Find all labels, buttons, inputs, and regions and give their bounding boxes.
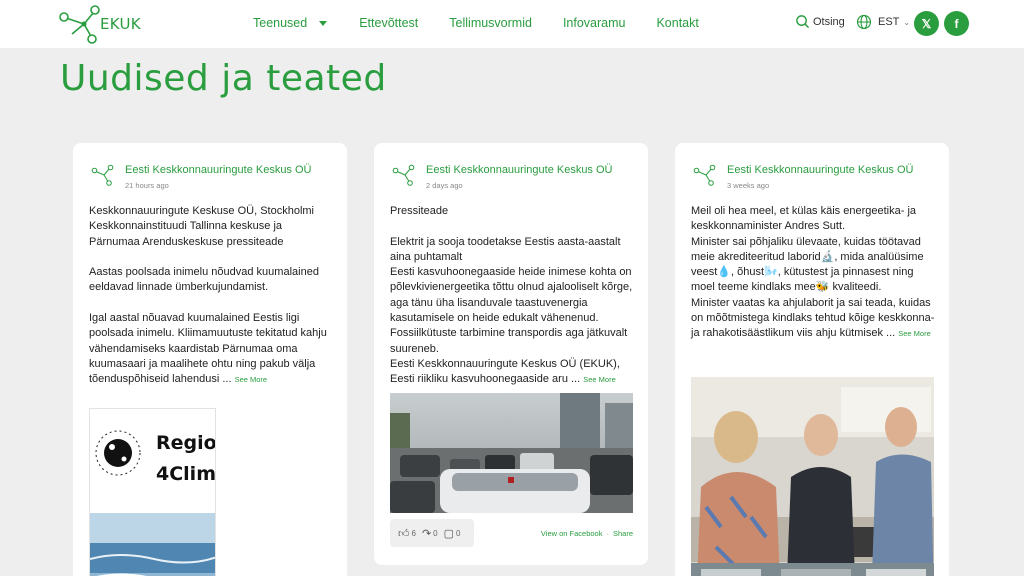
search-button[interactable]: Otsing <box>795 14 845 29</box>
post-links: View on Facebook · Share <box>541 529 633 538</box>
reaction-counts: 👍︎ 6 ↷ 0 ▢ 0 <box>390 519 475 547</box>
x-twitter-button[interactable]: 𝕏 <box>914 11 939 36</box>
nav-item-ettevottest[interactable]: Ettevõttest <box>359 16 418 30</box>
traffic-photo <box>390 393 633 513</box>
post-text: Keskkonnauuringute Keskuse OÜ, Stockholm… <box>89 204 334 388</box>
share-arrow-icon: ↷ <box>421 527 432 540</box>
comment-icon: ▢ <box>443 527 455 540</box>
post-header: Eesti Keskkonnauuringute Keskus OÜ 3 wee… <box>693 163 914 190</box>
post-footer: 👍︎ 6 ↷ 0 ▢ 0 View on Facebook · Share <box>390 519 633 547</box>
post-timestamp: 3 weeks ago <box>727 181 770 190</box>
share-link[interactable]: Share <box>613 529 633 538</box>
nav-item-label: Infovaramu <box>562 16 626 30</box>
logo-molecule-icon <box>59 5 100 44</box>
nav-item-infovaramu[interactable]: Infovaramu <box>563 16 626 30</box>
nav-item-label: Tellimusvormid <box>449 16 532 30</box>
nav-item-label: Ettevõttest <box>359 16 419 30</box>
nav-item-kontakt[interactable]: Kontakt <box>656 16 698 30</box>
post-author-link[interactable]: Eesti Keskkonnauuringute Keskus OÜ <box>426 163 613 177</box>
thumbs-up-icon: 👍︎ <box>398 527 410 540</box>
post-body: Pressiteade Elektrit ja sooja toodetakse… <box>390 205 633 386</box>
post-timestamp: 21 hours ago <box>125 181 169 190</box>
see-more-link[interactable]: See More <box>235 375 268 384</box>
facebook-post-card: Eesti Keskkonnauuringute Keskus OÜ 3 wee… <box>675 143 949 576</box>
page-title: Uudised ja teated <box>60 58 387 99</box>
region4climate-logo-image: Regior 4Clim <box>90 409 216 576</box>
nav-item-teenused[interactable]: Teenused <box>253 16 328 30</box>
minister-visit-photo <box>691 377 934 576</box>
logo-text: EKUK <box>100 15 141 33</box>
post-image[interactable] <box>390 393 633 513</box>
share-count-value: 0 <box>433 528 438 538</box>
chevron-down-icon: ⌄ <box>903 17 911 27</box>
post-image[interactable] <box>691 377 934 576</box>
post-author-link[interactable]: Eesti Keskkonnauuringute Keskus OÜ <box>727 163 914 177</box>
language-selector[interactable]: EST ⌄ <box>856 14 910 30</box>
search-label: Otsing <box>813 15 845 28</box>
comment-count[interactable]: ▢ 0 <box>444 527 461 540</box>
facebook-button[interactable]: f <box>944 11 969 36</box>
language-label: EST <box>878 16 900 28</box>
facebook-icon: f <box>954 16 959 31</box>
chevron-down-icon <box>319 20 328 26</box>
post-timestamp: 2 days ago <box>426 181 463 190</box>
nav-item-label: Kontakt <box>656 16 699 30</box>
post-header: Eesti Keskkonnauuringute Keskus OÜ 2 day… <box>392 163 613 190</box>
post-body: Keskkonnauuringute Keskuse OÜ, Stockholm… <box>89 205 327 386</box>
post-body: Meil oli hea meel, et külas käis energee… <box>691 205 935 340</box>
main-nav: Teenused Ettevõttest Tellimusvormid Info… <box>253 16 699 30</box>
post-text: Meil oli hea meel, et külas käis energee… <box>691 204 936 342</box>
share-count[interactable]: ↷ 0 <box>422 527 438 540</box>
top-navigation-bar: EKUK Teenused Ettevõttest Tellimusvormid… <box>0 0 1024 48</box>
facebook-post-card: Eesti Keskkonnauuringute Keskus OÜ 2 day… <box>374 143 648 565</box>
post-text: Pressiteade Elektrit ja sooja toodetakse… <box>390 204 635 388</box>
see-more-link[interactable]: See More <box>583 375 616 384</box>
view-on-facebook-link[interactable]: View on Facebook <box>541 529 603 538</box>
like-count[interactable]: 👍︎ 6 <box>398 527 416 540</box>
nav-item-tellimusvormid[interactable]: Tellimusvormid <box>449 16 532 30</box>
avatar <box>693 164 716 186</box>
avatar <box>91 164 114 186</box>
image-text-line: Regior <box>156 432 216 454</box>
comment-count-value: 0 <box>456 528 461 538</box>
post-author-link[interactable]: Eesti Keskkonnauuringute Keskus OÜ <box>125 163 312 177</box>
avatar <box>392 164 415 186</box>
facebook-post-card: Eesti Keskkonnauuringute Keskus OÜ 21 ho… <box>73 143 347 576</box>
ekuk-logo[interactable]: EKUK <box>58 4 148 44</box>
x-icon: 𝕏 <box>921 16 932 31</box>
see-more-link[interactable]: See More <box>898 329 931 338</box>
globe-icon <box>856 14 872 30</box>
nav-item-label: Teenused <box>253 16 308 30</box>
image-text-line: 4Clim <box>156 463 216 485</box>
post-image[interactable]: Regior 4Clim <box>89 408 216 576</box>
like-count-value: 6 <box>411 528 416 538</box>
post-header: Eesti Keskkonnauuringute Keskus OÜ 21 ho… <box>91 163 312 190</box>
search-icon <box>796 15 810 29</box>
separator-dot: · <box>606 528 609 538</box>
